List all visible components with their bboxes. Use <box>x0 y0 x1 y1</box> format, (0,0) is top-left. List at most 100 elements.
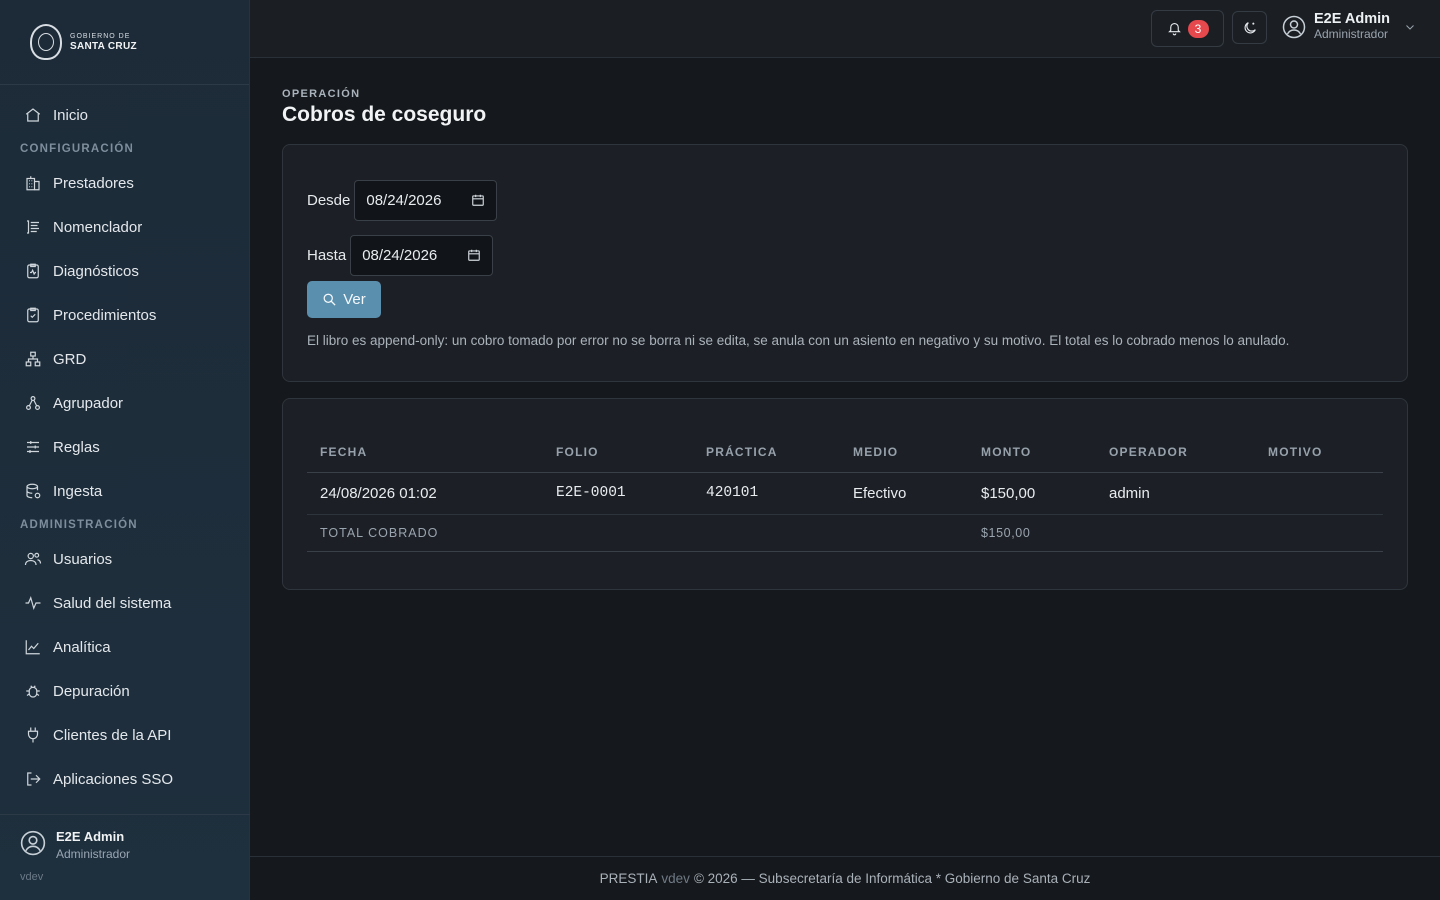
table-header-row: FECHA FOLIO PRÁCTICA MEDIO MONTO OPERADO… <box>307 433 1383 473</box>
sidebar-item-label: Depuración <box>53 682 130 700</box>
cell-motivo <box>1255 472 1383 515</box>
notifications-button[interactable]: 3 <box>1151 10 1224 47</box>
footer-app: PRESTIA <box>599 871 658 886</box>
cell-fecha: 24/08/2026 01:02 <box>307 472 543 515</box>
sidebar-item-usuarios[interactable]: Usuarios <box>0 537 249 581</box>
hasta-field: Hasta 08/24/2026 <box>307 234 1383 276</box>
sidebar-item-label: Inicio <box>53 106 89 124</box>
cell-medio: Efectivo <box>840 472 968 515</box>
cell-operador: admin <box>1096 472 1255 515</box>
seal-icon <box>30 24 62 60</box>
sidebar-item-label: Reglas <box>53 438 100 456</box>
sidebar-item-analitica[interactable]: Analítica <box>0 625 249 669</box>
sidebar-item-salud[interactable]: Salud del sistema <box>0 581 249 625</box>
sidebar-item-diagnosticos[interactable]: Diagnósticos <box>0 249 249 293</box>
sidebar-user-name: E2E Admin <box>56 829 125 844</box>
sidebar-item-label: Clientes de la API <box>53 726 172 744</box>
sidebar-item-label: Aplicaciones SSO <box>53 770 174 788</box>
topbar-user-role: Administrador <box>1314 26 1389 41</box>
list-icon <box>24 218 42 236</box>
sidebar-item-depuracion[interactable]: Depuración <box>0 669 249 713</box>
append-only-note: El libro es append-only: un cobro tomado… <box>307 333 1290 348</box>
sidebar-item-label: Usuarios <box>53 550 113 568</box>
sidebar-item-label: Prestadores <box>53 174 134 192</box>
hasta-label: Hasta <box>307 246 347 264</box>
user-menu[interactable]: E2E Admin Administrador <box>1282 11 1416 41</box>
sidebar-item-inicio[interactable]: Inicio <box>0 93 249 137</box>
col-medio[interactable]: MEDIO <box>840 433 968 473</box>
sidebar-item-label: Procedimientos <box>53 306 157 324</box>
login-icon <box>24 770 42 788</box>
plug-icon <box>24 726 42 744</box>
chevron-down-icon <box>1406 24 1414 30</box>
clipboard-check-icon <box>24 306 42 324</box>
sliders-icon <box>24 438 42 456</box>
sidebar-item-label: Salud del sistema <box>53 594 172 612</box>
calendar-icon[interactable] <box>471 193 485 207</box>
col-practica[interactable]: PRÁCTICA <box>693 433 840 473</box>
topbar-user-name: E2E Admin <box>1314 11 1391 27</box>
sidebar-item-procedimientos[interactable]: Procedimientos <box>0 293 249 337</box>
activity-icon <box>24 594 42 612</box>
sidebar-item-agrupador[interactable]: Agrupador <box>0 381 249 425</box>
sidebar-item-ingesta[interactable]: Ingesta <box>0 469 249 513</box>
bell-icon <box>1167 22 1181 36</box>
desde-value: 08/24/2026 <box>366 191 442 209</box>
sidebar-item-grd[interactable]: GRD <box>0 337 249 381</box>
table-row[interactable]: 24/08/2026 01:02 E2E-0001 420101 Efectiv… <box>307 472 1383 515</box>
theme-toggle-button[interactable] <box>1232 11 1267 44</box>
brand-line2: SANTA CRUZ <box>70 40 137 52</box>
total-row: TOTAL COBRADO $150,00 <box>307 514 1383 552</box>
sidebar-item-label: Ingesta <box>53 482 103 500</box>
brand-line1: GOBIERNO DE <box>70 32 131 40</box>
desde-field: Desde 08/24/2026 <box>307 179 1383 221</box>
chart-line-icon <box>24 638 42 656</box>
desde-label: Desde <box>307 191 351 209</box>
cell-practica: 420101 <box>693 472 840 515</box>
cell-monto: $150,00 <box>968 472 1096 515</box>
section-administracion: ADMINISTRACIÓN <box>20 519 138 531</box>
col-folio[interactable]: FOLIO <box>543 433 693 473</box>
col-motivo[interactable]: MOTIVO <box>1255 433 1383 473</box>
sidebar-item-label: Agrupador <box>53 394 124 412</box>
footer: PRESTIA vdev © 2026 — Subsecretaría de I… <box>250 856 1440 900</box>
topbar: 3 E2E Admin Administrador <box>250 0 1440 58</box>
sidebar-item-label: Nomenclador <box>53 218 143 236</box>
ver-button-label: Ver <box>343 291 366 308</box>
cobros-table-card: FECHA FOLIO PRÁCTICA MEDIO MONTO OPERADO… <box>282 398 1408 590</box>
desde-date-input[interactable]: 08/24/2026 <box>354 179 498 221</box>
app-version: vdev <box>20 871 44 883</box>
sidebar-item-nomenclador[interactable]: Nomenclador <box>0 205 249 249</box>
footer-version: vdev <box>661 871 690 886</box>
house-icon <box>24 106 42 124</box>
total-empty <box>1096 514 1255 552</box>
col-fecha[interactable]: FECHA <box>307 433 543 473</box>
sidebar-item-aplicaciones-sso[interactable]: Aplicaciones SSO <box>0 757 249 801</box>
sidebar-item-reglas[interactable]: Reglas <box>0 425 249 469</box>
brand-logo[interactable]: GOBIERNO DE SANTA CRUZ <box>0 0 249 85</box>
footer-rest: © 2026 — Subsecretaría de Informática * … <box>693 871 1091 886</box>
avatar-icon <box>20 830 46 861</box>
notifications-badge: 3 <box>1187 19 1209 38</box>
sidebar-user-role: Administrador <box>56 847 131 861</box>
total-value: $150,00 <box>968 514 1096 552</box>
moon-icon <box>1244 21 1256 33</box>
col-operador[interactable]: OPERADOR <box>1096 433 1255 473</box>
ver-button[interactable]: Ver <box>307 281 381 318</box>
col-monto[interactable]: MONTO <box>968 433 1096 473</box>
sidebar-item-prestadores[interactable]: Prestadores <box>0 161 249 205</box>
filter-card: Desde 08/24/2026 Hasta 08/24/2026 Ver El… <box>282 144 1408 382</box>
network-icon <box>24 350 42 368</box>
hasta-value: 08/24/2026 <box>362 246 438 264</box>
hasta-date-input[interactable]: 08/24/2026 <box>350 234 494 276</box>
avatar-icon <box>1282 15 1306 38</box>
sidebar-item-label: GRD <box>53 350 87 368</box>
building-icon <box>24 174 42 192</box>
total-label: TOTAL COBRADO <box>307 514 968 552</box>
calendar-icon[interactable] <box>467 248 481 262</box>
clipboard-pulse-icon <box>24 262 42 280</box>
cell-folio: E2E-0001 <box>543 472 693 515</box>
page-eyebrow: OPERACIÓN <box>282 88 361 100</box>
sidebar-item-clientes-api[interactable]: Clientes de la API <box>0 713 249 757</box>
sidebar-user[interactable]: E2E Admin Administrador vdev <box>0 814 250 900</box>
